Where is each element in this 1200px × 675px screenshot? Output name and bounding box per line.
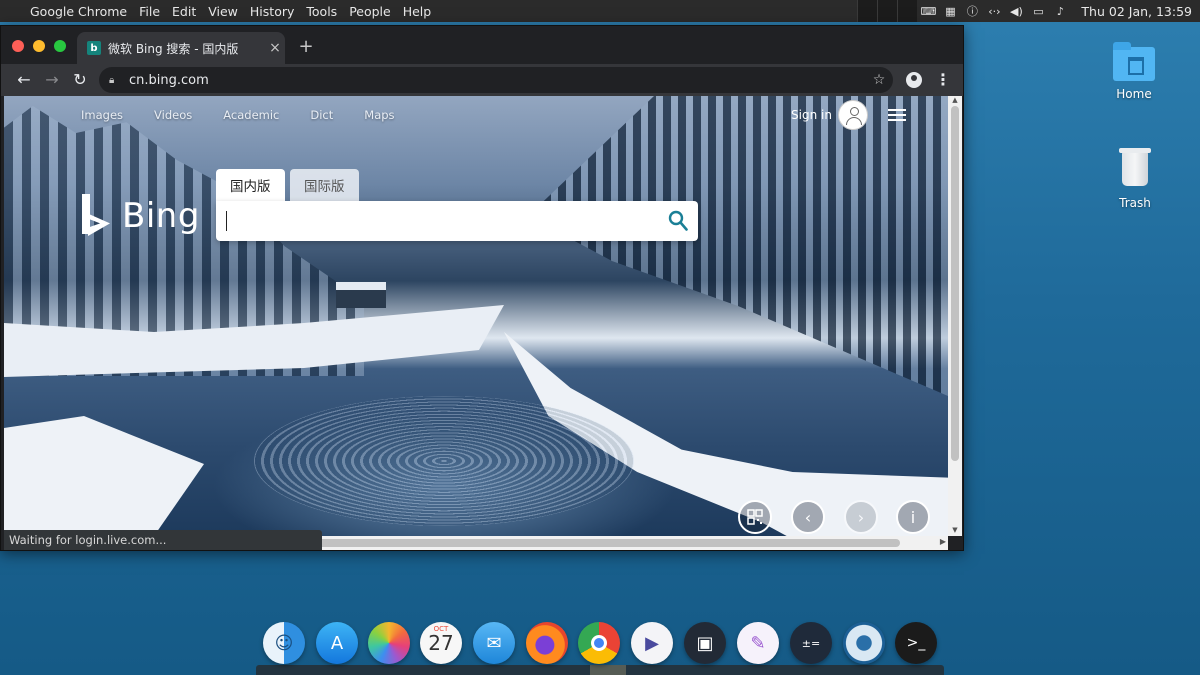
bing-top-nav: Images Videos Academic Dict Maps xyxy=(81,108,426,122)
scroll-down-icon[interactable]: ▼ xyxy=(948,526,962,536)
window-maximize-button[interactable] xyxy=(54,40,66,52)
nav-academic-link[interactable]: Academic xyxy=(223,108,279,122)
nav-videos-link[interactable]: Videos xyxy=(154,108,192,122)
chevron-left-icon[interactable]: ‹ xyxy=(791,500,825,534)
desktop-icon-label: Home xyxy=(1116,87,1152,101)
trash-icon xyxy=(1119,148,1151,186)
title-bar: b 微软 Bing 搜索 - 国内版 × + xyxy=(1,26,963,64)
user-avatar-icon[interactable] xyxy=(838,100,868,130)
menu-edit[interactable]: Edit xyxy=(166,4,202,19)
bing-logo[interactable]: Bing xyxy=(80,194,200,238)
background-snowbank-bottom xyxy=(4,416,204,536)
nav-maps-link[interactable]: Maps xyxy=(364,108,394,122)
search-icon[interactable] xyxy=(668,210,688,232)
search-box[interactable] xyxy=(216,201,698,241)
tab-title: 微软 Bing 搜索 - 国内版 xyxy=(108,41,239,56)
disk-utility-icon[interactable] xyxy=(843,622,885,664)
menu-view[interactable]: View xyxy=(202,4,244,19)
network-icon[interactable]: ‹·› xyxy=(983,5,1005,18)
qr-code-icon[interactable] xyxy=(738,500,772,534)
chrome-icon[interactable] xyxy=(578,622,620,664)
text-caret xyxy=(226,211,227,231)
url-text[interactable]: cn.bing.com xyxy=(129,73,865,88)
bookmark-star-icon[interactable]: ☆ xyxy=(865,72,893,88)
screenshot-icon[interactable]: ▣ xyxy=(684,622,726,664)
background-river-swirl xyxy=(254,396,634,526)
nav-images-link[interactable]: Images xyxy=(81,108,123,122)
menu-app-name[interactable]: Google Chrome xyxy=(26,4,133,19)
tab-close-icon[interactable]: × xyxy=(265,40,285,56)
search-input[interactable] xyxy=(230,207,650,235)
menu-file[interactable]: File xyxy=(133,4,166,19)
system-menubar: Google Chrome File Edit View History Too… xyxy=(0,0,1200,22)
background-forest-right xyxy=(528,96,948,396)
video-player-icon[interactable]: ▶ xyxy=(631,622,673,664)
tab-international[interactable]: 国际版 xyxy=(290,169,359,201)
window-thumbnail-2[interactable] xyxy=(877,0,898,22)
calculator-icon[interactable]: ±= xyxy=(790,622,832,664)
loading-status-bubble: Waiting for login.live.com... xyxy=(4,530,322,550)
reload-icon[interactable]: ↻ xyxy=(68,68,92,92)
info-circle-icon[interactable]: i xyxy=(896,500,930,534)
back-arrow-icon[interactable]: ← xyxy=(12,68,36,92)
tab-domestic[interactable]: 国内版 xyxy=(216,169,285,201)
volume-icon[interactable]: ◀) xyxy=(1005,5,1027,18)
calendar-icon[interactable]: OCT 27 xyxy=(420,622,462,664)
new-tab-button[interactable]: + xyxy=(297,36,315,57)
bing-logo-text: Bing xyxy=(122,196,200,236)
browser-toolbar: ← → ↻ 🔒︎ cn.bing.com ☆ ⋮ xyxy=(1,64,963,96)
menu-people[interactable]: People xyxy=(343,4,397,19)
lock-icon[interactable]: 🔒︎ xyxy=(109,75,121,86)
terminal-icon[interactable]: >_ xyxy=(895,622,937,664)
app-store-icon[interactable]: A xyxy=(316,622,358,664)
address-bar[interactable]: 🔒︎ cn.bing.com ☆ xyxy=(99,67,893,93)
calendar-month: OCT xyxy=(433,625,449,633)
desktop-home-folder[interactable]: Home xyxy=(1099,42,1169,101)
desktop-icon-label: Trash xyxy=(1119,196,1151,210)
bing-b-logo-icon xyxy=(80,194,112,238)
nav-dict-link[interactable]: Dict xyxy=(310,108,333,122)
chrome-window: b 微软 Bing 搜索 - 国内版 × + ← → ↻ 🔒︎ cn.bing.… xyxy=(0,25,964,551)
calendar-day: 27 xyxy=(428,631,454,655)
window-close-button[interactable] xyxy=(12,40,24,52)
bing-homepage: Images Videos Academic Dict Maps Sign in… xyxy=(4,96,948,536)
menu-tools[interactable]: Tools xyxy=(300,4,343,19)
sign-in-link[interactable]: Sign in xyxy=(791,108,832,122)
desktop-trash[interactable]: Trash xyxy=(1100,148,1170,210)
photos-icon[interactable] xyxy=(368,622,410,664)
firefox-icon[interactable] xyxy=(526,622,568,664)
window-thumbnail-1[interactable] xyxy=(857,0,878,22)
keyboard-icon[interactable]: ⌨ xyxy=(917,5,939,18)
window-thumbnail-3[interactable] xyxy=(897,0,918,22)
scroll-up-icon[interactable]: ▲ xyxy=(948,96,962,106)
battery-icon[interactable]: ▭ xyxy=(1027,5,1049,18)
vertical-scrollbar[interactable]: ▲ ▼ xyxy=(948,96,962,536)
text-editor-icon[interactable]: ✎ xyxy=(737,622,779,664)
dock xyxy=(256,665,944,675)
hamburger-menu-icon[interactable] xyxy=(888,109,906,121)
mail-icon[interactable]: ✉ xyxy=(473,622,515,664)
background-cabin xyxy=(336,282,386,308)
menu-history[interactable]: History xyxy=(244,4,300,19)
bing-favicon-icon: b xyxy=(87,41,101,55)
folder-icon xyxy=(1113,42,1155,81)
browser-tab[interactable]: b 微软 Bing 搜索 - 国内版 × xyxy=(77,32,285,64)
info-icon[interactable]: ⓘ xyxy=(961,3,983,19)
scroll-right-icon[interactable]: ▶ xyxy=(940,537,946,546)
more-menu-icon[interactable]: ⋮ xyxy=(931,68,955,92)
clock[interactable]: Thu 02 Jan, 13:59 xyxy=(1071,4,1200,19)
menu-help[interactable]: Help xyxy=(397,4,438,19)
window-minimize-button[interactable] xyxy=(33,40,45,52)
input-method-icon[interactable]: ▦ xyxy=(939,5,961,18)
forward-arrow-icon[interactable]: → xyxy=(40,68,64,92)
vertical-scroll-thumb[interactable] xyxy=(951,106,959,461)
finder-icon[interactable]: ☺ xyxy=(263,622,305,664)
profile-icon[interactable] xyxy=(902,68,926,92)
dock-active-indicator xyxy=(590,665,626,675)
chevron-right-icon[interactable]: › xyxy=(844,500,878,534)
notification-bell-icon[interactable]: ♪ xyxy=(1049,5,1071,18)
